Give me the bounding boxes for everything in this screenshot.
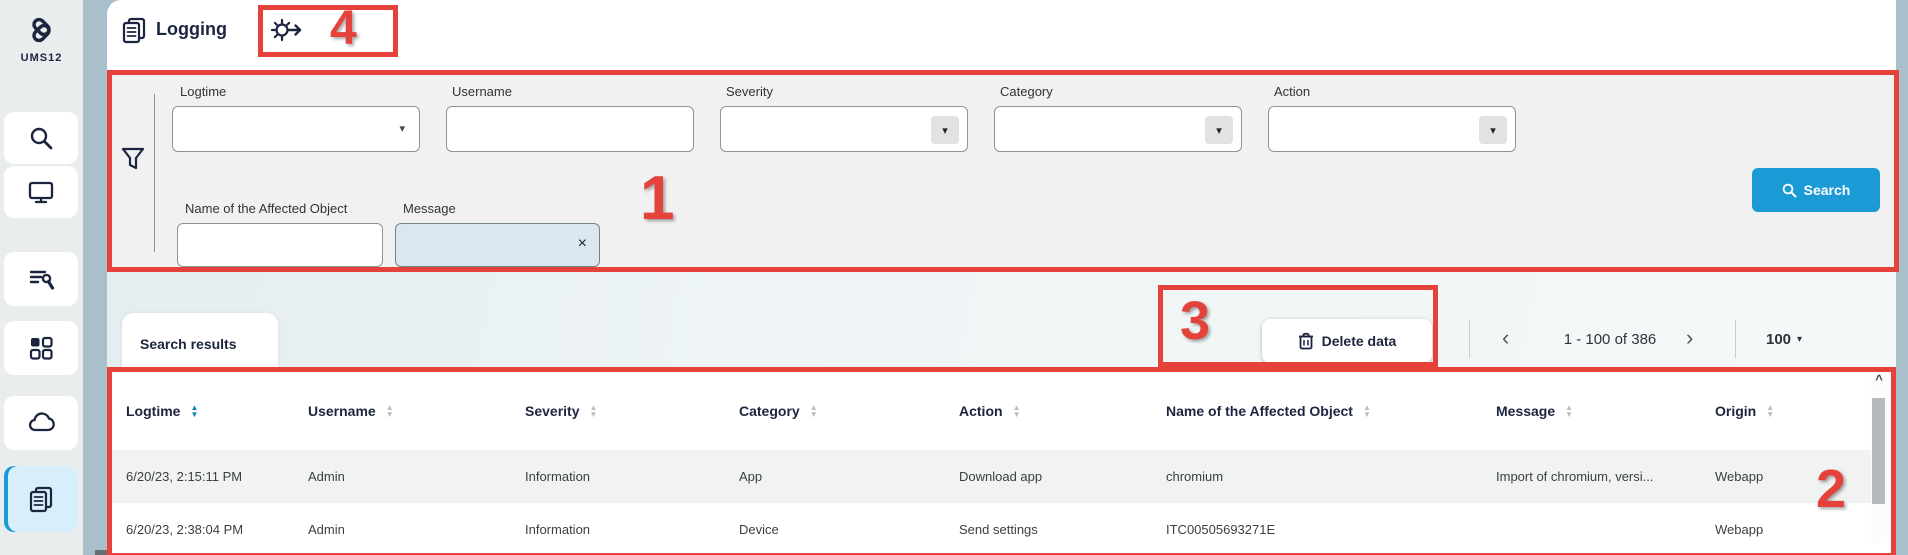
affected-object-input[interactable] (177, 223, 383, 267)
table-scrollbar[interactable]: ^ (1871, 372, 1887, 543)
cell-severity: Information (525, 522, 739, 537)
sidebar-item-search[interactable] (4, 112, 78, 164)
search-button[interactable]: Search (1752, 168, 1880, 212)
page-size-value: 100 (1766, 331, 1791, 348)
page-prev-button[interactable]: ‹ (1502, 324, 1509, 352)
annotation-box-4 (258, 5, 398, 57)
tab-label: Search results (140, 336, 237, 352)
app-logo: UMS12 (0, 10, 83, 64)
sort-icon[interactable]: ▲▼ (1013, 404, 1021, 418)
table-row[interactable]: 6/20/23, 2:15:11 PM Admin Information Ap… (112, 450, 1881, 503)
annotation-number-1: 1 (640, 168, 674, 230)
cell-affected-object: ITC00505693271E (1166, 522, 1496, 537)
sidebar-item-configuration[interactable] (4, 252, 78, 306)
cell-action: Download app (959, 469, 1166, 484)
scroll-up-icon[interactable]: ^ (1871, 372, 1887, 387)
cell-message: Import of chromium, versi... (1496, 469, 1715, 484)
sort-icon[interactable]: ▲▼ (589, 404, 597, 418)
ums-logging-screen: UMS12 (0, 0, 1908, 555)
annotation-number-2: 2 (1816, 462, 1846, 516)
list-wrench-icon (28, 266, 55, 293)
table-header-row: Logtime ▲▼ Username ▲▼ Severity ▲▼ Categ… (112, 372, 1881, 450)
results-toolbar-band (107, 272, 1896, 367)
search-button-label: Search (1804, 182, 1851, 198)
page-size-dropdown[interactable]: 100 ▾ (1766, 331, 1802, 348)
sidebar-item-devices[interactable] (4, 166, 78, 218)
annotation-number-4: 4 (330, 5, 357, 53)
filter-funnel-icon (120, 146, 146, 172)
username-label: Username (452, 84, 512, 99)
chevron-down-icon: ▾ (1205, 116, 1233, 144)
column-header-username[interactable]: Username ▲▼ (308, 403, 525, 419)
filter-divider (154, 94, 155, 252)
sort-icon[interactable]: ▲▼ (190, 404, 198, 418)
sidebar-item-logging[interactable] (4, 466, 78, 532)
column-header-action[interactable]: Action ▲▼ (959, 403, 1166, 419)
column-header-message[interactable]: Message ▲▼ (1496, 403, 1715, 419)
column-header-origin[interactable]: Origin ▲▼ (1715, 403, 1851, 419)
affected-object-label: Name of the Affected Object (185, 201, 347, 216)
severity-label: Severity (726, 84, 773, 99)
toolbar-divider (1469, 320, 1470, 358)
sort-icon[interactable]: ▲▼ (1363, 404, 1371, 418)
chevron-down-icon: ▾ (399, 122, 405, 135)
chevron-down-icon: ▾ (931, 116, 959, 144)
table-row[interactable]: 6/20/23, 2:38:04 PM Admin Information De… (112, 503, 1881, 555)
chevron-down-icon: ▾ (1797, 334, 1802, 345)
igel-logo-icon (0, 10, 83, 50)
pagination-range: 1 - 100 of 386 (1538, 331, 1682, 348)
sort-icon[interactable]: ▲▼ (810, 404, 818, 418)
page-next-button[interactable]: › (1686, 324, 1693, 352)
username-input[interactable] (446, 106, 694, 152)
search-icon (28, 125, 54, 151)
message-label: Message (403, 201, 456, 216)
column-header-category[interactable]: Category ▲▼ (739, 403, 959, 419)
sort-icon[interactable]: ▲▼ (386, 404, 394, 418)
cell-origin: Webapp (1715, 522, 1851, 537)
cell-username: Admin (308, 469, 525, 484)
logging-doc-icon (27, 485, 55, 513)
apps-grid-icon (28, 335, 54, 361)
action-label: Action (1274, 84, 1310, 99)
logo-text: UMS12 (0, 52, 83, 64)
clear-icon[interactable]: × (578, 235, 587, 253)
column-header-affected-object[interactable]: Name of the Affected Object ▲▼ (1166, 403, 1496, 419)
cell-action: Send settings (959, 522, 1166, 537)
cloud-icon (27, 411, 55, 435)
scrollbar-thumb[interactable] (1872, 398, 1885, 504)
sort-icon[interactable]: ▲▼ (1766, 404, 1774, 418)
column-header-severity[interactable]: Severity ▲▼ (525, 403, 739, 419)
message-input[interactable]: × (395, 223, 600, 267)
column-header-logtime[interactable]: Logtime ▲▼ (126, 403, 308, 419)
cell-affected-object: chromium (1166, 469, 1496, 484)
category-dropdown[interactable]: ▾ (994, 106, 1242, 152)
category-label: Category (1000, 84, 1053, 99)
search-icon (1782, 183, 1797, 198)
action-dropdown[interactable]: ▾ (1268, 106, 1516, 152)
severity-dropdown[interactable]: ▾ (720, 106, 968, 152)
logtime-label: Logtime (180, 84, 226, 99)
sidebar-item-cloud[interactable] (4, 396, 78, 450)
cell-category: Device (739, 522, 959, 537)
results-table: Logtime ▲▼ Username ▲▼ Severity ▲▼ Categ… (107, 367, 1896, 555)
annotation-number-3: 3 (1180, 294, 1210, 348)
cell-severity: Information (525, 469, 739, 484)
cell-username: Admin (308, 522, 525, 537)
page-doc-icon (120, 16, 148, 46)
toolbar-divider (1735, 320, 1736, 358)
logtime-dropdown[interactable]: ▾ (172, 106, 420, 152)
sort-icon[interactable]: ▲▼ (1565, 404, 1573, 418)
page-title: Logging (156, 19, 227, 40)
sidebar: UMS12 (0, 0, 83, 555)
cell-logtime: 6/20/23, 2:15:11 PM (126, 469, 308, 484)
monitor-icon (28, 179, 54, 205)
cell-category: App (739, 469, 959, 484)
tab-search-results[interactable]: Search results (122, 313, 278, 371)
sidebar-item-apps[interactable] (4, 321, 78, 375)
cell-logtime: 6/20/23, 2:38:04 PM (126, 522, 308, 537)
chevron-down-icon: ▾ (1479, 116, 1507, 144)
